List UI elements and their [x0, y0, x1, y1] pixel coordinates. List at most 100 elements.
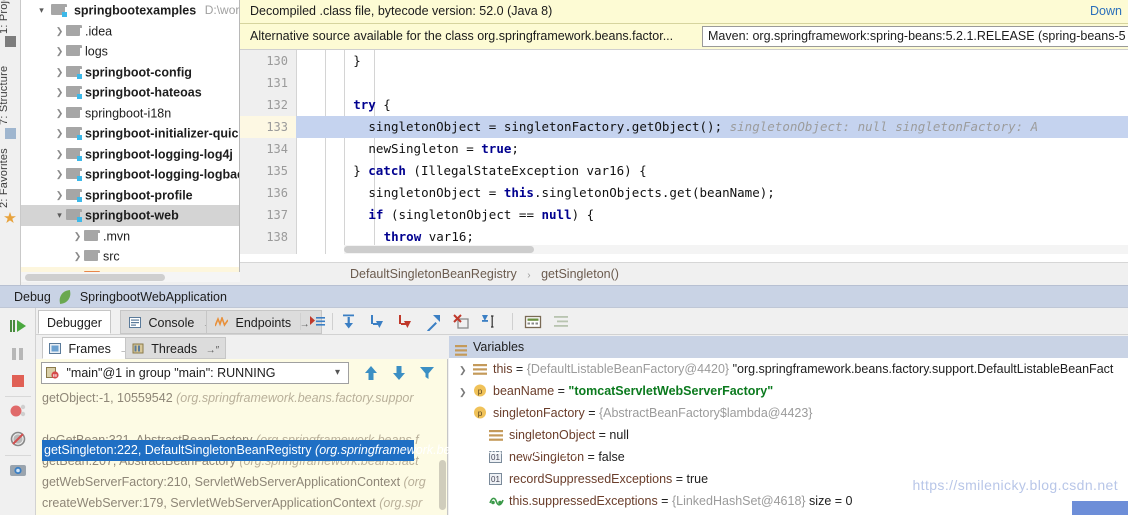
chevron-down-icon[interactable]: ▾ — [335, 363, 340, 383]
show-execution-point-button[interactable] — [308, 313, 326, 331]
tree-row[interactable]: ❯springboot-profile — [21, 185, 239, 206]
sidebar-item-favorites[interactable]: 2: Favorites — [0, 148, 10, 208]
code-lines[interactable]: } try {singletonObject = singletonFactory… — [296, 50, 1128, 254]
sidebar-item-project[interactable]: 1: Project — [0, 0, 10, 34]
tree-row[interactable]: ❯springboot-initializer-quick — [21, 123, 239, 144]
chevron-right-icon[interactable]: ❯ — [53, 144, 66, 165]
run-to-cursor-button[interactable] — [480, 313, 498, 331]
variable-value: size = 0 — [806, 494, 853, 508]
chevron-right-icon[interactable]: ❯ — [71, 226, 84, 247]
chevron-right-icon[interactable]: ❯ — [53, 41, 66, 62]
code-line[interactable]: singletonObject = this.singletonObjects.… — [296, 182, 1128, 204]
frames-up-button[interactable] — [361, 363, 381, 383]
breadcrumb-class[interactable]: DefaultSingletonBeanRegistry — [350, 267, 517, 281]
chevron-right-icon[interactable]: ❯ — [53, 62, 66, 83]
chevron-right-icon[interactable]: ❯ — [53, 185, 66, 206]
tree-item-label: springboot-web — [85, 208, 179, 222]
tree-row[interactable]: ▾ springbootexamples D:\worksp — [21, 0, 239, 21]
variable-row[interactable]: this.suppressedExceptions = {LinkedHashS… — [449, 490, 1128, 512]
alternative-source-banner: Alternative source available for the cla… — [240, 24, 1128, 50]
variable-row[interactable]: ❯pbeanName = "tomcatServletWebServerFact… — [449, 380, 1128, 402]
layout-settings-button[interactable] — [552, 313, 570, 331]
threads-icon — [132, 339, 144, 350]
frame-row[interactable]: createWebServer:179, ServletWebServerApp… — [40, 493, 444, 514]
thread-selector[interactable]: "main"@1 in group "main": RUNNING ▾ — [41, 362, 349, 384]
tree-row[interactable]: ❯.mvn — [21, 226, 239, 247]
line-number: 135 — [240, 164, 288, 178]
pause-program-button[interactable] — [8, 344, 28, 364]
step-into-button[interactable] — [368, 313, 386, 331]
variable-name: this — [493, 362, 512, 376]
frame-method: getWebServerFactory:210, ServletWebServe… — [42, 475, 400, 489]
chevron-right-icon[interactable]: ❯ — [459, 381, 473, 403]
chevron-down-icon[interactable]: ▾ — [35, 0, 48, 21]
module-folder-icon — [66, 189, 81, 201]
code-horizontal-scrollbar[interactable] — [344, 245, 1128, 254]
selected-frame-tooltip[interactable]: getSingleton:222, DefaultSingletonBeanRe… — [42, 440, 414, 461]
stop-program-button[interactable] — [8, 371, 28, 391]
sidebar-item-structure[interactable]: 7: Structure — [0, 66, 10, 125]
tree-row[interactable]: ❯src — [21, 246, 239, 267]
selected-frame-count: [1] — [564, 443, 579, 457]
tree-row[interactable]: ❯springboot-hateoas — [21, 82, 239, 103]
step-out-button[interactable] — [424, 313, 442, 331]
frame-row[interactable]: getObject:-1, 10559542 (org.springframew… — [40, 388, 444, 409]
tree-row[interactable]: ❯logs — [21, 41, 239, 62]
tree-horizontal-scrollbar[interactable] — [21, 272, 240, 282]
code-viewer[interactable]: 130131132133134135136137138 }try {single… — [240, 50, 1128, 254]
download-sources-link[interactable]: Down — [1090, 4, 1122, 18]
code-line[interactable]: singletonObject = singletonFactory.getOb… — [296, 116, 1128, 138]
tab-debugger[interactable]: Debugger — [38, 310, 111, 334]
project-icon — [5, 36, 16, 47]
resume-program-button[interactable] — [8, 316, 28, 336]
evaluate-expression-button[interactable] — [524, 313, 542, 331]
drop-frame-button[interactable] — [452, 313, 470, 331]
code-token: } — [353, 53, 361, 68]
thread-selector-value: "main"@1 in group "main": RUNNING — [66, 366, 275, 380]
variable-row[interactable]: psingletonFactory = {AbstractBeanFactory… — [449, 402, 1128, 424]
breadcrumb[interactable]: DefaultSingletonBeanRegistry › getSingle… — [240, 262, 1128, 285]
chevron-right-icon[interactable]: ❯ — [53, 123, 66, 144]
chevron-right-icon[interactable]: ❯ — [53, 103, 66, 124]
view-breakpoints-button[interactable] — [8, 401, 28, 421]
tree-row[interactable]: ❯springboot-logging-log4j — [21, 144, 239, 165]
line-number-gutter[interactable]: 130131132133134135136137138 — [240, 50, 296, 254]
chevron-right-icon[interactable]: ❯ — [53, 21, 66, 42]
code-line[interactable]: if (singletonObject == null) { — [296, 204, 1128, 226]
mute-breakpoints-button[interactable] — [8, 429, 28, 449]
tree-row[interactable]: ❯springboot-i18n — [21, 103, 239, 124]
project-tree[interactable]: ▾ springbootexamples D:\worksp ❯.idea❯lo… — [21, 0, 240, 272]
tree-row[interactable]: ▾ springboot-web — [21, 205, 239, 226]
code-line[interactable]: } — [296, 50, 1128, 72]
tab-threads[interactable]: Threads →″ — [125, 337, 226, 359]
frame-row[interactable]: getWebServerFactory:210, ServletWebServe… — [40, 472, 444, 493]
tree-row[interactable]: ❯springboot-config — [21, 62, 239, 83]
breadcrumb-method[interactable]: getSingleton() — [541, 267, 619, 281]
code-line[interactable]: } catch (IllegalStateException var16) { — [296, 160, 1128, 182]
code-token: (singletonObject == — [383, 207, 541, 222]
code-token: (IllegalStateException var16) { — [406, 163, 647, 178]
chevron-right-icon[interactable]: ❯ — [53, 82, 66, 103]
step-over-button[interactable] — [340, 313, 358, 331]
chevron-right-icon[interactable]: ❯ — [53, 164, 66, 185]
pin-icon[interactable]: →″ — [206, 345, 220, 356]
frames-icon — [49, 339, 61, 350]
frames-filter-button[interactable] — [417, 363, 437, 383]
code-line[interactable]: try { — [296, 94, 1128, 116]
camera-icon[interactable] — [8, 460, 28, 480]
frames-down-button[interactable] — [389, 363, 409, 383]
tree-row[interactable]: ❯springboot-logging-logbac — [21, 164, 239, 185]
decompiled-notification-text: Decompiled .class file, bytecode version… — [250, 4, 552, 18]
alternative-source-select[interactable]: Maven: org.springframework:spring-beans:… — [702, 26, 1128, 47]
tree-row[interactable]: ❯.idea — [21, 21, 239, 42]
chevron-right-icon[interactable]: ❯ — [71, 246, 84, 267]
code-line[interactable]: newSingleton = true; — [296, 138, 1128, 160]
chevron-right-icon[interactable]: ❯ — [459, 359, 473, 381]
code-line[interactable] — [296, 72, 1128, 94]
chevron-down-icon[interactable]: ▾ — [53, 205, 66, 226]
line-number: 136 — [240, 186, 288, 200]
tab-endpoints[interactable]: Endpoints →″ — [206, 310, 322, 334]
force-step-into-button[interactable] — [396, 313, 414, 331]
variable-row[interactable]: ❯this = {DefaultListableBeanFactory@4420… — [449, 358, 1128, 380]
code-token: newSingleton = — [368, 141, 481, 156]
